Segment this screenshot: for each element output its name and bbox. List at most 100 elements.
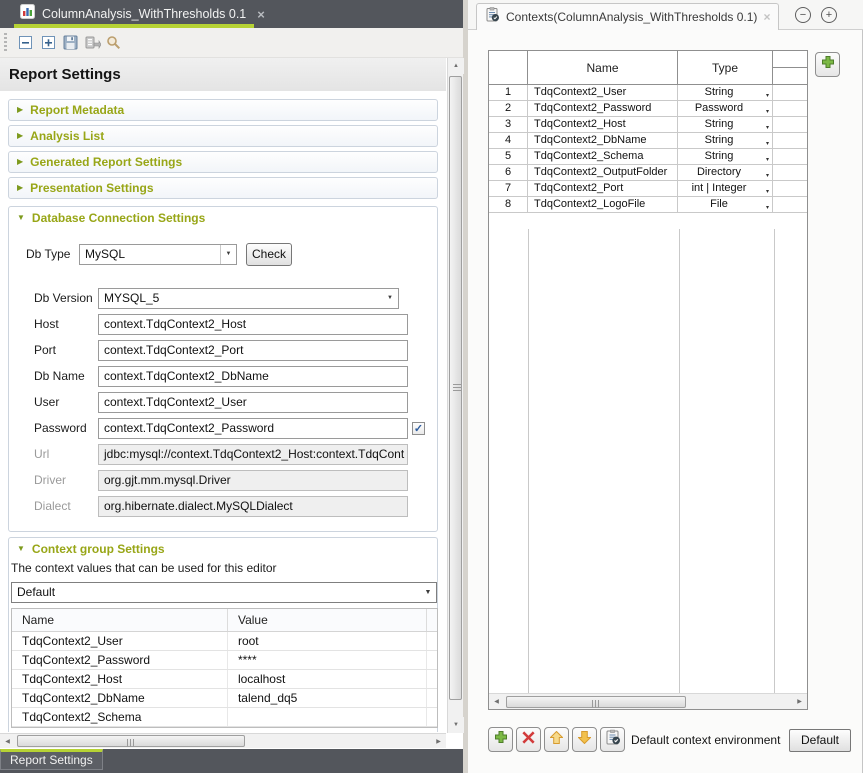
scrollbar-thumb[interactable] xyxy=(506,696,686,708)
maximize-icon[interactable]: + xyxy=(821,7,837,23)
tab-report-settings[interactable]: Report Settings xyxy=(0,749,103,770)
add-button[interactable] xyxy=(488,727,513,752)
contexts-manage-button[interactable] xyxy=(600,727,625,752)
collapse-all-icon[interactable] xyxy=(17,34,34,51)
scroll-right-icon[interactable]: ▶ xyxy=(792,694,807,709)
cell-name[interactable]: TdqContext2_Port xyxy=(528,181,678,196)
section-header[interactable]: ▼ Database Connection Settings xyxy=(17,211,205,225)
close-icon[interactable]: × xyxy=(257,7,265,22)
password-echo-checkbox[interactable]: ✓ xyxy=(412,422,425,435)
table-row[interactable]: 2 TdqContext2_Password Password▾ xyxy=(489,101,807,117)
cell-value[interactable]: **** xyxy=(228,651,427,669)
cell-name[interactable]: TdqContext2_DbName xyxy=(528,133,678,148)
password-input[interactable]: context.TdqContext2_Password xyxy=(98,418,408,439)
section-report-metadata[interactable]: ▶ Report Metadata xyxy=(8,99,438,121)
db-version-select[interactable]: MYSQL_5 ▼ xyxy=(98,288,399,309)
table-row[interactable]: 3 TdqContext2_Host String▾ xyxy=(489,117,807,133)
db-type-select[interactable]: MySQL ▼ xyxy=(79,244,237,265)
port-input[interactable]: context.TdqContext2_Port xyxy=(98,340,408,361)
search-icon[interactable] xyxy=(105,34,122,51)
scrollbar-thumb[interactable] xyxy=(449,76,462,700)
column-header-value[interactable]: Value xyxy=(228,609,427,631)
move-down-button[interactable] xyxy=(572,727,597,752)
section-header[interactable]: ▼ Context group Settings xyxy=(17,542,165,556)
column-header-name[interactable]: Name xyxy=(12,609,228,631)
contexts-icon xyxy=(605,729,621,750)
cell-name[interactable]: TdqContext2_Schema xyxy=(12,708,228,726)
generate-report-icon[interactable] xyxy=(84,34,101,51)
cell-name[interactable]: TdqContext2_DbName xyxy=(12,689,228,707)
chevron-down-icon[interactable]: ▾ xyxy=(766,153,769,164)
scrollbar-thumb[interactable] xyxy=(17,735,245,747)
chevron-down-icon[interactable]: ▾ xyxy=(766,169,769,180)
scroll-left-icon[interactable]: ◀ xyxy=(0,734,15,748)
cell-type[interactable]: File▾ xyxy=(678,197,773,212)
column-header-name[interactable]: Name xyxy=(528,51,678,84)
table-horizontal-scrollbar[interactable]: ◀ ▶ xyxy=(489,693,807,709)
chevron-down-icon[interactable]: ▾ xyxy=(766,137,769,148)
cell-name[interactable]: TdqContext2_User xyxy=(528,85,678,100)
table-row[interactable]: 8 TdqContext2_LogoFile File▾ xyxy=(489,197,807,213)
cell-type[interactable]: String▾ xyxy=(678,117,773,132)
table-row[interactable]: TdqContext2_Password **** xyxy=(12,651,437,670)
table-row[interactable]: 7 TdqContext2_Port int | Integer▾ xyxy=(489,181,807,197)
save-icon[interactable] xyxy=(62,34,79,51)
toolbar-drag-handle[interactable] xyxy=(4,33,7,53)
section-generated-report-settings[interactable]: ▶ Generated Report Settings xyxy=(8,151,438,173)
move-up-button[interactable] xyxy=(544,727,569,752)
minimize-icon[interactable]: − xyxy=(795,7,811,23)
cell-name[interactable]: TdqContext2_OutputFolder xyxy=(528,165,678,180)
close-icon[interactable]: × xyxy=(763,10,770,24)
scroll-left-icon[interactable]: ◀ xyxy=(489,694,504,709)
cell-name[interactable]: TdqContext2_Password xyxy=(12,651,228,669)
host-input[interactable]: context.TdqContext2_Host xyxy=(98,314,408,335)
cell-value[interactable]: talend_dq5 xyxy=(228,689,427,707)
cell-name[interactable]: TdqContext2_Schema xyxy=(528,149,678,164)
table-row[interactable]: TdqContext2_Host localhost xyxy=(12,670,437,689)
vertical-scrollbar[interactable]: ▲ ▼ xyxy=(447,58,463,733)
check-button[interactable]: Check xyxy=(246,243,292,266)
horizontal-scrollbar[interactable]: ◀ ▶ xyxy=(0,733,446,748)
db-name-input[interactable]: context.TdqContext2_DbName xyxy=(98,366,408,387)
cell-name[interactable]: TdqContext2_Host xyxy=(12,670,228,688)
chevron-down-icon[interactable]: ▾ xyxy=(766,105,769,116)
chevron-down-icon[interactable]: ▾ xyxy=(766,89,769,100)
cell-type[interactable]: Password▾ xyxy=(678,101,773,116)
context-environment-select[interactable]: Default xyxy=(789,729,851,752)
scroll-down-icon[interactable]: ▼ xyxy=(448,717,464,733)
table-row[interactable]: TdqContext2_Schema xyxy=(12,708,437,727)
cell-value[interactable]: localhost xyxy=(228,670,427,688)
scroll-up-icon[interactable]: ▲ xyxy=(448,58,464,74)
cell-name[interactable]: TdqContext2_Host xyxy=(528,117,678,132)
table-row[interactable]: 5 TdqContext2_Schema String▾ xyxy=(489,149,807,165)
cell-type[interactable]: String▾ xyxy=(678,149,773,164)
chevron-down-icon[interactable]: ▾ xyxy=(766,201,769,212)
user-input[interactable]: context.TdqContext2_User xyxy=(98,392,408,413)
column-header-type[interactable]: Type xyxy=(678,51,773,84)
section-analysis-list[interactable]: ▶ Analysis List xyxy=(8,125,438,147)
section-presentation-settings[interactable]: ▶ Presentation Settings xyxy=(8,177,438,199)
cell-name[interactable]: TdqContext2_LogoFile xyxy=(528,197,678,212)
delete-button[interactable] xyxy=(516,727,541,752)
table-row[interactable]: 4 TdqContext2_DbName String▾ xyxy=(489,133,807,149)
chevron-down-icon[interactable]: ▾ xyxy=(766,185,769,196)
table-row[interactable]: TdqContext2_DbName talend_dq5 xyxy=(12,689,437,708)
tab-contexts[interactable]: Contexts(ColumnAnalysis_WithThresholds 0… xyxy=(476,3,779,30)
add-context-variable-button[interactable] xyxy=(815,52,840,77)
expand-all-icon[interactable] xyxy=(40,34,57,51)
cell-type[interactable]: String▾ xyxy=(678,85,773,100)
cell-type[interactable]: String▾ xyxy=(678,133,773,148)
table-row[interactable]: 6 TdqContext2_OutputFolder Directory▾ xyxy=(489,165,807,181)
cell-name[interactable]: TdqContext2_User xyxy=(12,632,228,650)
cell-type[interactable]: int | Integer▾ xyxy=(678,181,773,196)
table-row[interactable]: 1 TdqContext2_User String▾ xyxy=(489,85,807,101)
context-group-select[interactable]: Default ▼ xyxy=(11,582,437,603)
cell-name[interactable]: TdqContext2_Password xyxy=(528,101,678,116)
scroll-right-icon[interactable]: ▶ xyxy=(431,734,446,748)
host-label: Host xyxy=(34,314,59,335)
chevron-down-icon[interactable]: ▾ xyxy=(766,121,769,132)
cell-value[interactable]: root xyxy=(228,632,427,650)
cell-type[interactable]: Directory▾ xyxy=(678,165,773,180)
table-row[interactable]: TdqContext2_User root xyxy=(12,632,437,651)
cell-value[interactable] xyxy=(228,708,427,726)
